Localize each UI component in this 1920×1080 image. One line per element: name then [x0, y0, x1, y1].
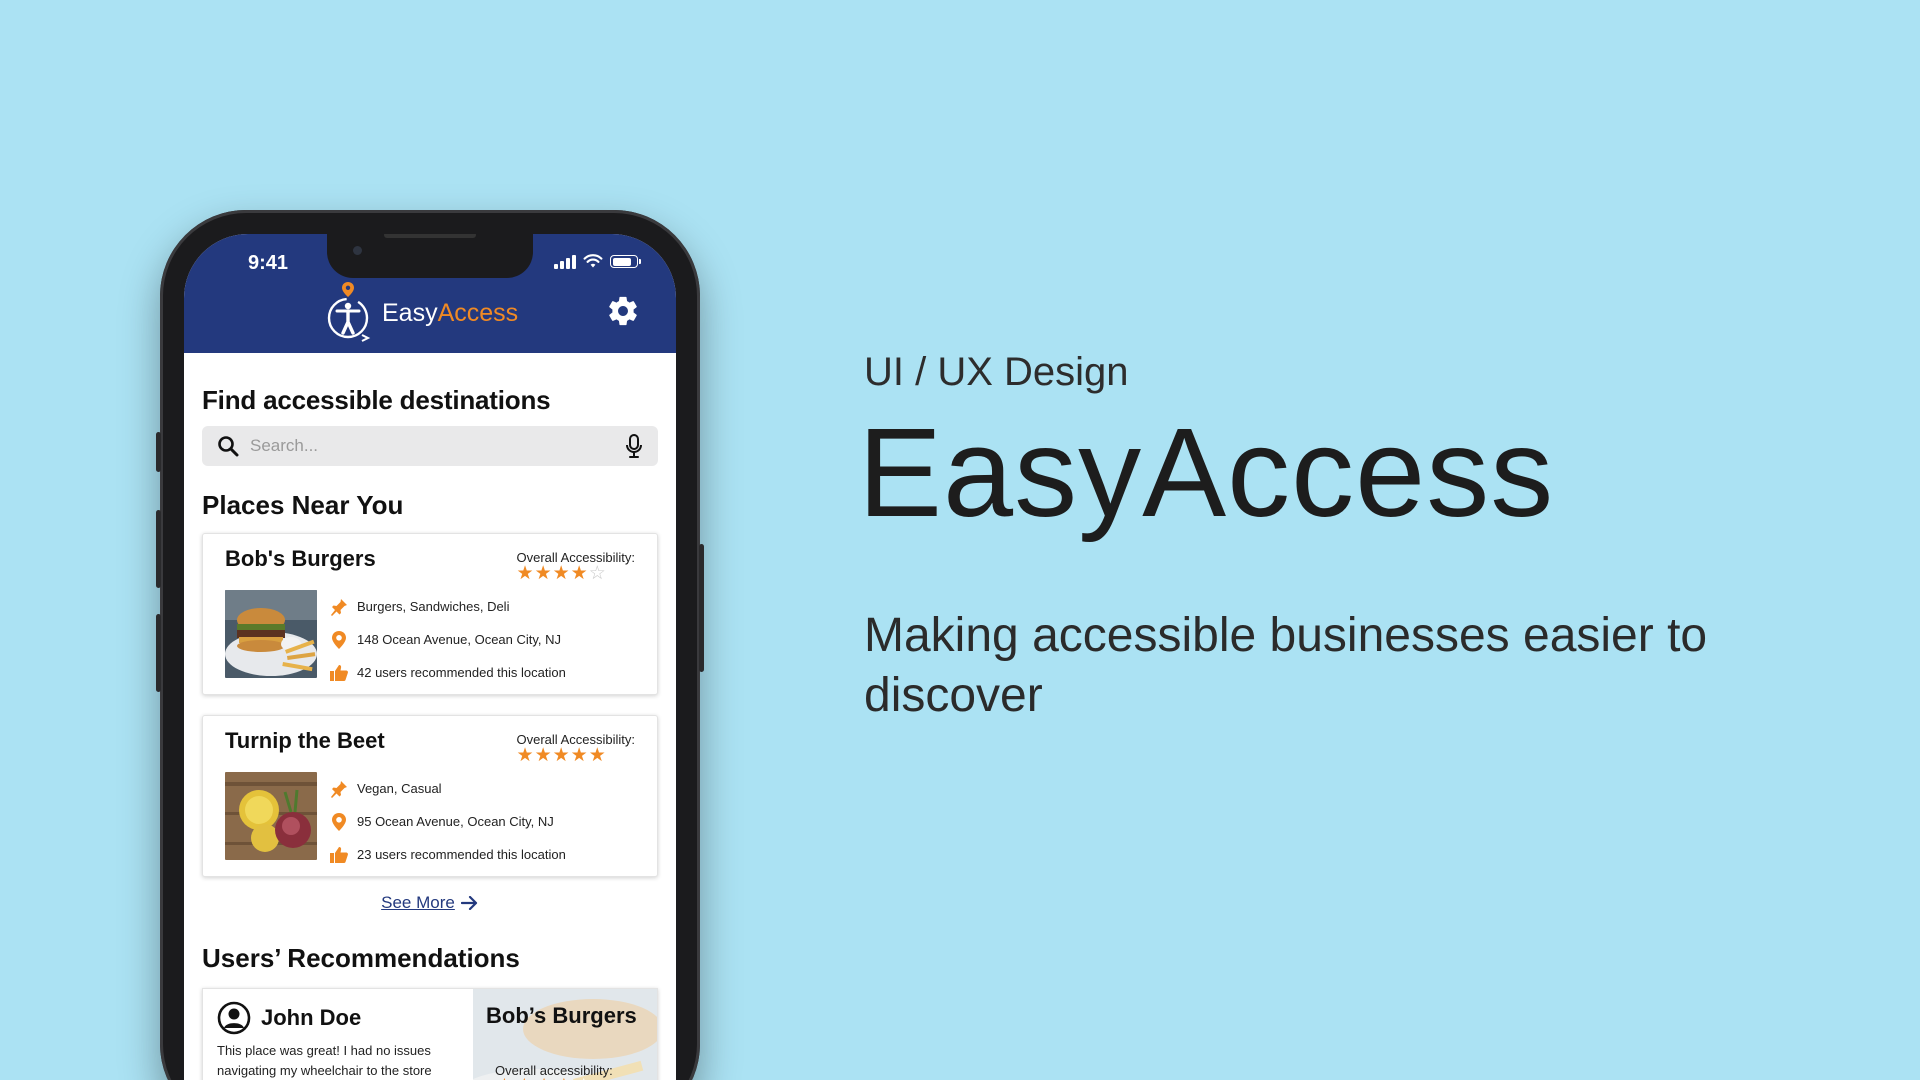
microphone-icon[interactable] [624, 433, 644, 459]
phone-volume-down [156, 614, 161, 692]
place-details: Burgers, Sandwiches, Deli 148 Ocean Aven… [329, 590, 566, 689]
star-empty-icon: ☆ [588, 563, 607, 584]
star-icon: ★ [516, 745, 535, 766]
recommendation-count: 42 users recommended this location [357, 665, 566, 680]
thumbs-up-icon [329, 664, 349, 682]
app-logo: EasyAccess [322, 280, 518, 346]
phone-notch [327, 234, 533, 278]
phone-screen: 9:41 EasyAccess Find accessible destinat… [184, 234, 676, 1080]
status-icons [554, 254, 641, 269]
logo-wordmark: EasyAccess [382, 299, 518, 328]
accessibility-rating: Overall Accessibility: ★★★★★ [517, 732, 635, 765]
front-camera [353, 246, 362, 255]
place-tags: Burgers, Sandwiches, Deli [357, 599, 510, 614]
thumbs-up-icon [329, 846, 349, 864]
accessibility-person-icon [327, 282, 371, 342]
hero-title: EasyAccess [858, 402, 1555, 543]
wifi-icon [583, 254, 603, 268]
star-icon: ★ [570, 745, 589, 766]
places-heading: Places Near You [202, 490, 404, 520]
see-more-link[interactable]: See More [202, 893, 658, 913]
pin-icon [329, 780, 349, 798]
place-name: Turnip the Beet [225, 728, 385, 753]
star-icon: ★ [516, 563, 535, 584]
address-row: 148 Ocean Avenue, Ocean City, NJ [329, 623, 566, 656]
phone-volume-up [156, 510, 161, 588]
tags-row: Vegan, Casual [329, 772, 566, 805]
rec-place-panel: Bob’s Burgers Overall accessibility: ★★★… [473, 989, 657, 1080]
place-name: Bob's Burgers [225, 546, 376, 571]
search-bar[interactable]: Search... [202, 426, 658, 466]
search-icon [218, 436, 239, 457]
logo-access: Access [437, 298, 519, 327]
rec-place-name: Bob’s Burgers [486, 1003, 637, 1028]
place-address: 95 Ocean Avenue, Ocean City, NJ [357, 814, 554, 829]
accessibility-rating: Overall Accessibility: ★★★★☆ [517, 550, 635, 583]
star-rating: ★★★★★ [516, 745, 635, 766]
rec-accessibility-rating: Overall accessibility: ★★★★★ [495, 1063, 613, 1080]
user-avatar-icon [217, 1001, 251, 1035]
address-row: 95 Ocean Avenue, Ocean City, NJ [329, 805, 566, 838]
star-icon: ★ [495, 1075, 515, 1080]
rec-user-name: John Doe [261, 1005, 362, 1030]
notch-speaker [384, 234, 476, 238]
place-tags: Vegan, Casual [357, 781, 442, 796]
cellular-signal-icon [554, 254, 576, 269]
star-icon: ★ [588, 745, 607, 766]
place-address: 148 Ocean Avenue, Ocean City, NJ [357, 632, 562, 647]
status-time: 9:41 [248, 252, 289, 274]
recommendations-row: 23 users recommended this location [329, 838, 566, 871]
recommendations-row: 42 users recommended this location [329, 656, 566, 689]
phone-mockup: 9:41 EasyAccess Find accessible destinat… [156, 210, 704, 1080]
place-card[interactable]: Turnip the Beet Overall Accessibility: ★… [202, 715, 658, 877]
hero-subtitle: Making accessible businesses easier to d… [864, 609, 1708, 722]
phone-power-button [699, 544, 704, 672]
tags-row: Burgers, Sandwiches, Deli [329, 590, 566, 623]
hero-tag: UI / UX Design [864, 350, 1129, 394]
search-input[interactable]: Search... [250, 436, 614, 456]
star-icon: ★ [552, 745, 571, 766]
app-content: Find accessible destinations Search... P… [202, 353, 658, 1080]
location-marker-icon [329, 812, 349, 832]
star-icon: ★ [515, 1075, 535, 1080]
arrow-right-icon [460, 896, 477, 910]
star-icon: ★ [535, 1075, 555, 1080]
recommendation-count: 23 users recommended this location [357, 847, 566, 862]
see-more-label[interactable]: See More [381, 893, 455, 913]
rec-user: John Doe [217, 1001, 361, 1035]
recommendations-heading: Users’ Recommendations [202, 943, 520, 973]
star-icon: ★ [534, 745, 553, 766]
star-rating: ★★★★☆ [516, 563, 635, 584]
star-icon: ★ [534, 563, 553, 584]
burger-photo [225, 590, 317, 678]
star-empty-icon: ★ [574, 1075, 594, 1080]
logo-easy: Easy [382, 298, 438, 327]
phone-silent-switch [156, 432, 161, 472]
battery-icon [610, 255, 641, 268]
beet-photo [225, 772, 317, 860]
star-icon: ★ [570, 563, 589, 584]
place-card[interactable]: Bob's Burgers Overall Accessibility: ★★★… [202, 533, 658, 695]
pin-icon [329, 598, 349, 616]
star-icon: ★ [554, 1075, 574, 1080]
star-icon: ★ [552, 563, 571, 584]
recommendation-card[interactable]: John Doe This place was great! I had no … [202, 988, 658, 1080]
place-details: Vegan, Casual 95 Ocean Avenue, Ocean Cit… [329, 772, 566, 871]
find-heading: Find accessible destinations [202, 385, 551, 415]
location-marker-icon [329, 630, 349, 650]
rec-review-text: This place was great! I had no issues na… [217, 1043, 432, 1078]
gear-icon[interactable] [606, 294, 640, 328]
